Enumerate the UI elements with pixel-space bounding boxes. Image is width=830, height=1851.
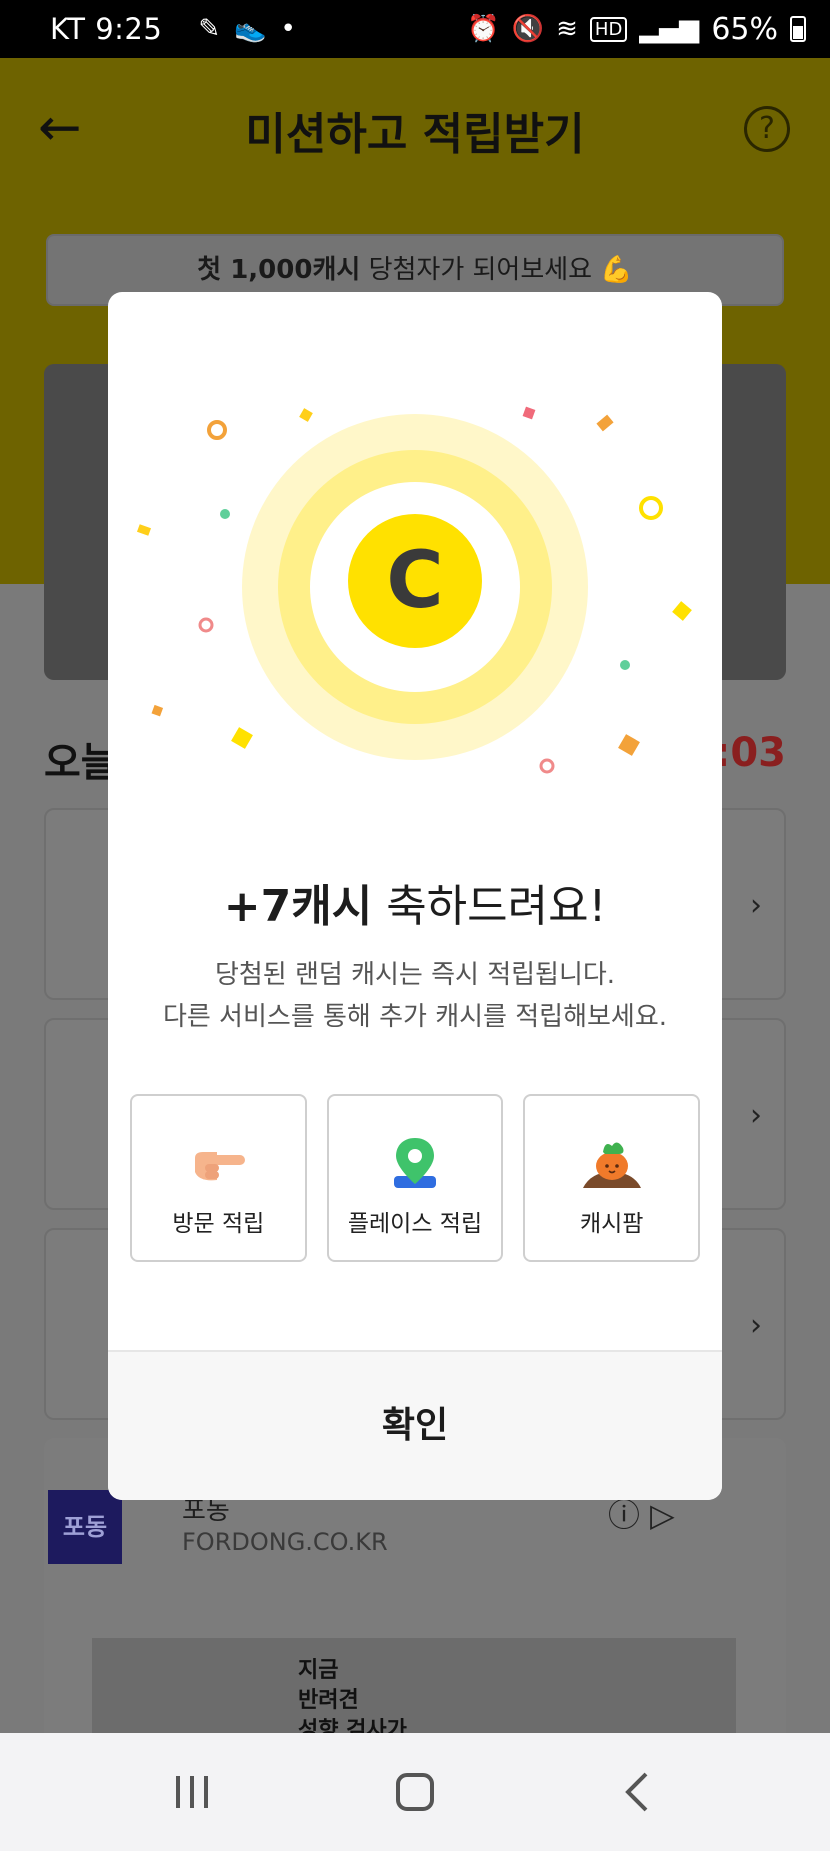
cash-farm-option[interactable]: 캐시팜 [523,1094,701,1262]
congrats-text: 축하드려요! [372,881,607,932]
reward-description: 당첨된 랜덤 캐시는 즉시 적립됩니다. 다른 서비스를 통해 추가 캐시를 적… [108,954,722,1038]
hd-icon: HD [589,16,628,42]
status-time: KT 9:25 [50,12,163,46]
help-icon[interactable]: ? [744,106,790,152]
pointing-hand-icon [195,1152,246,1181]
place-reward-option[interactable]: 플레이스 적립 [326,1094,504,1262]
reward-modal: C +7캐시 축하드려요! 당첨된 랜덤 캐시는 즉시 적립됩니다. 다른 서비… [108,292,722,1500]
recent-apps-button[interactable] [152,1762,232,1822]
reward-amount: +7캐시 [223,881,373,932]
description-line: 다른 서비스를 통해 추가 캐시를 적립해보세요. [162,1002,668,1032]
confirm-button[interactable]: 확인 [108,1352,722,1500]
ad-copy-line: 성향 검사가 [298,1718,407,1733]
battery-icon [790,16,806,42]
ad-image[interactable] [92,1638,736,1733]
promo-highlight: 첫 1,000캐시 [197,255,361,285]
ad-url: FORDONG.CO.KR [182,1528,388,1556]
location-pin-icon [394,1138,436,1188]
home-button[interactable] [375,1762,455,1822]
battery-percent: 65% [711,11,778,47]
ad-copy-line: 지금 [298,1658,339,1683]
mute-icon: 🔇 [511,14,545,44]
pen-icon: ✎ [198,14,221,44]
notification-icons: ✎ 👟 • [198,14,296,44]
today-label: 오늘 [44,740,118,786]
cash-coin-icon: C [348,514,482,648]
ad-copy: 지금 반려견 성향 검사가 무료 [298,1656,407,1733]
wifi-icon: ≋ [556,14,578,44]
chevron-right-icon: › [750,1308,762,1343]
status-bar: KT 9:25 ✎ 👟 • ⏰ 🔇 ≋ HD ▂▄▆ 65% [0,0,830,58]
option-label: 방문 적립 [172,1211,265,1237]
ad-copy-line: 반려견 [298,1688,359,1713]
chevron-right-icon: › [750,888,762,923]
reward-headline: +7캐시 축하드려요! [108,870,722,934]
back-button[interactable] [598,1762,678,1822]
option-label: 플레이스 적립 [347,1211,483,1237]
alarm-icon: ⏰ [467,14,500,44]
service-options: 방문 적립 플레이스 적립 캐시팜 [130,1094,701,1266]
signal-icon: ▂▄▆ [639,14,700,44]
home-icon [395,1773,434,1811]
dot-icon: • [280,14,296,44]
visit-reward-option[interactable]: 방문 적립 [130,1094,307,1262]
carrot-icon [582,1142,641,1188]
promo-text: 당첨자가 되어보세요 💪 [368,255,633,285]
system-icons: ⏰ 🔇 ≋ HD ▂▄▆ 65% [467,12,806,47]
ad-logo: 포동 [48,1490,122,1564]
navigation-bar [0,1733,830,1851]
sneaker-icon: 👟 [234,14,267,44]
coin-illustration: C [108,292,722,812]
back-icon [625,1772,648,1812]
description-line: 당첨된 랜덤 캐시는 즉시 적립됩니다. [214,960,616,990]
chevron-right-icon: › [750,1098,762,1133]
page-title: 미션하고 적립받기 [245,109,585,160]
recent-apps-icon [175,1776,208,1808]
option-label: 캐시팜 [579,1211,644,1237]
